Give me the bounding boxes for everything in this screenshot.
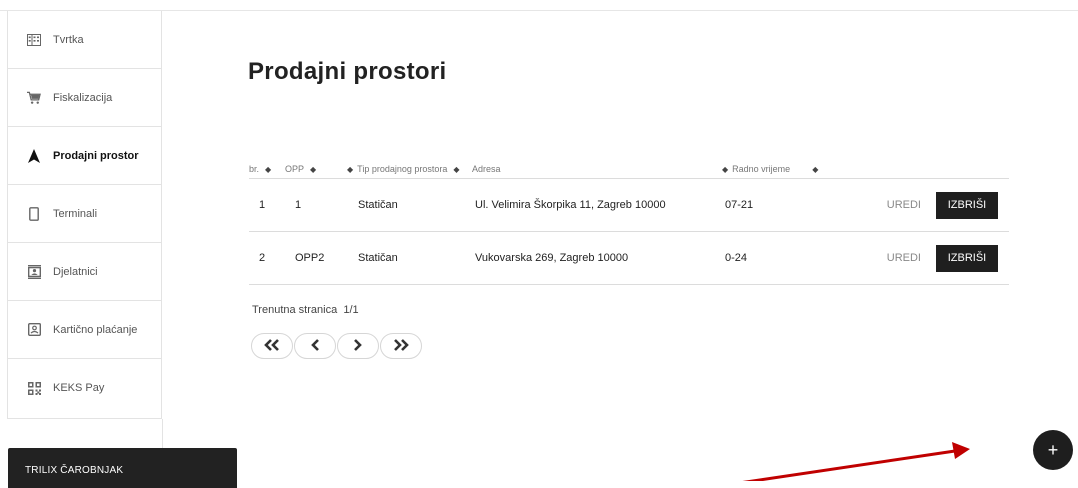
sidebar: Tvrtka Fiskalizacija Prodajni prostor Te…: [7, 11, 162, 419]
sidebar-item-label: Tvrtka: [53, 33, 84, 46]
column-header-adresa[interactable]: Adresa: [472, 160, 722, 179]
cell-radno-vrijeme: 0-24: [722, 231, 867, 285]
sort-icon[interactable]: ◆: [347, 165, 353, 174]
sidebar-item-label: Kartično plaćanje: [53, 323, 138, 336]
edit-button[interactable]: UREDI: [887, 252, 936, 264]
column-header-actions: [867, 160, 1009, 179]
last-page-icon: [392, 338, 410, 355]
first-page-button[interactable]: [251, 333, 293, 359]
cell-actions: UREDI IZBRIŠI: [867, 231, 1009, 285]
sidebar-item-tvrtka[interactable]: Tvrtka: [8, 11, 161, 69]
sort-icon[interactable]: ◆: [722, 165, 728, 174]
card-terminal-icon: [27, 323, 41, 337]
next-page-icon: [352, 338, 364, 355]
building-icon: [27, 33, 41, 47]
current-page-value: 1/1: [343, 304, 359, 316]
first-page-icon: [263, 338, 281, 355]
column-header-tip[interactable]: ◆ Tip prodajnog prostora ◆: [347, 160, 472, 179]
cart-icon: [27, 91, 41, 105]
table-row: 2 OPP2 Statičan Vukovarska 269, Zagreb 1…: [249, 231, 1009, 285]
cell-opp: 1: [285, 178, 347, 232]
sort-icon[interactable]: ◆: [265, 165, 271, 174]
contact-card-icon: [27, 264, 41, 279]
qr-code-icon: [27, 381, 41, 395]
sales-locations-table: br. ◆ OPP ◆ ◆ Tip prodajnog prostora ◆ Adres…: [249, 160, 1009, 285]
column-header-radno-vrijeme[interactable]: ◆ Radno vrijeme ◆: [722, 160, 867, 179]
sort-icon[interactable]: ◆: [453, 165, 459, 174]
prev-page-button[interactable]: [294, 333, 336, 359]
sidebar-item-karticno-placanje[interactable]: Kartično plaćanje: [8, 301, 161, 359]
next-page-button[interactable]: [337, 333, 379, 359]
wizard-panel[interactable]: TRILIX ČAROBNJAK: [8, 448, 237, 488]
sidebar-item-label: Prodajni prostor: [53, 149, 139, 162]
prev-page-icon: [309, 338, 321, 355]
add-button[interactable]: +: [1033, 430, 1073, 470]
sidebar-item-fiskalizacija[interactable]: Fiskalizacija: [8, 69, 161, 127]
sidebar-item-label: KEKS Pay: [53, 382, 105, 394]
pagination: [251, 333, 422, 359]
sidebar-item-label: Fiskalizacija: [53, 91, 113, 104]
table-row: 1 1 Statičan Ul. Velimira Škorpika 11, Z…: [249, 178, 1009, 232]
sidebar-item-label: Terminali: [53, 207, 98, 220]
delete-button[interactable]: IZBRIŠI: [936, 244, 998, 272]
sort-icon[interactable]: ◆: [310, 165, 316, 174]
delete-button[interactable]: IZBRIŠI: [936, 191, 998, 219]
page-title: Prodajni prostori: [248, 58, 447, 85]
navigation-arrow-icon: [27, 148, 41, 163]
cell-br: 2: [249, 231, 285, 285]
cell-radno-vrijeme: 07-21: [722, 178, 867, 232]
cell-tip: Statičan: [347, 178, 472, 232]
column-header-br[interactable]: br. ◆: [249, 160, 285, 179]
table-header-row: br. ◆ OPP ◆ ◆ Tip prodajnog prostora ◆ Adres…: [249, 160, 1009, 179]
sidebar-item-djelatnici[interactable]: Djelatnici: [8, 243, 161, 301]
sort-icon[interactable]: ◆: [812, 165, 818, 174]
cell-tip: Statičan: [347, 231, 472, 285]
cell-actions: UREDI IZBRIŠI: [867, 178, 1009, 232]
cell-opp: OPP2: [285, 231, 347, 285]
phone-icon: [27, 206, 41, 221]
wizard-label: TRILIX ČAROBNJAK: [25, 465, 124, 476]
sidebar-item-label: Djelatnici: [53, 265, 98, 278]
edit-button[interactable]: UREDI: [887, 199, 936, 211]
cell-br: 1: [249, 178, 285, 232]
cell-adresa: Vukovarska 269, Zagreb 10000: [472, 231, 722, 285]
column-header-opp[interactable]: OPP ◆: [285, 160, 347, 179]
current-page-label: Trenutna stranica 1/1: [252, 304, 359, 316]
sidebar-item-terminali[interactable]: Terminali: [8, 185, 161, 243]
last-page-button[interactable]: [380, 333, 422, 359]
cell-adresa: Ul. Velimira Škorpika 11, Zagreb 10000: [472, 178, 722, 232]
sidebar-item-prodajni-prostor[interactable]: Prodajni prostor: [8, 127, 161, 185]
sidebar-item-keks-pay[interactable]: KEKS Pay: [8, 359, 161, 417]
